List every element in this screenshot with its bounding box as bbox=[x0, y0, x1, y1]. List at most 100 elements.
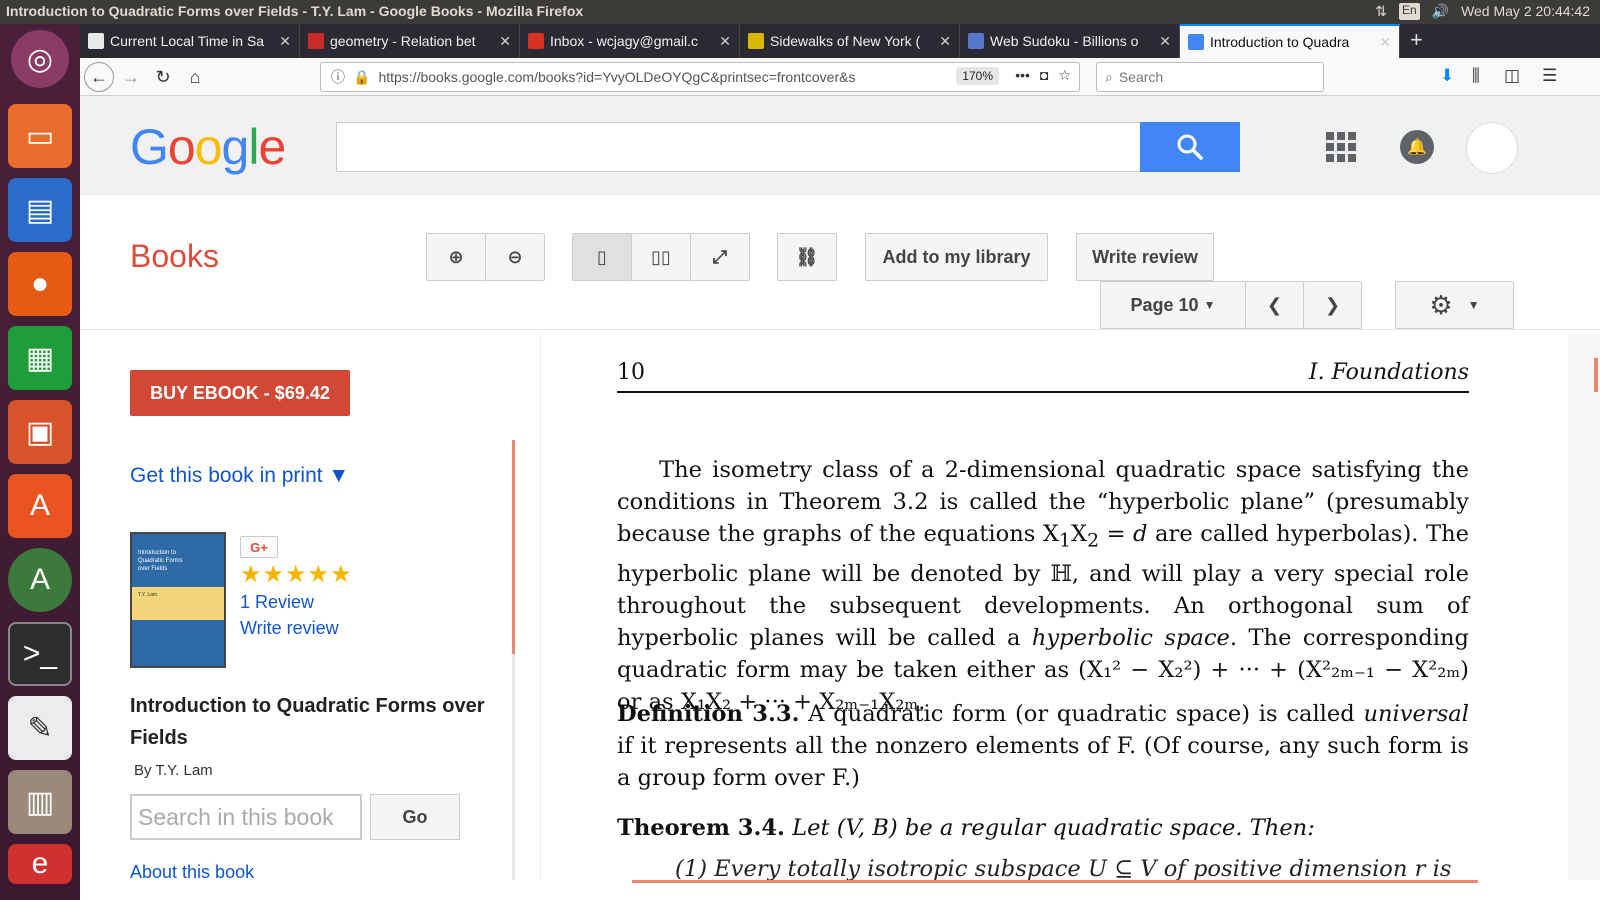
fullscreen-icon: ⤢ bbox=[712, 246, 728, 267]
link-button[interactable]: ⛓ bbox=[777, 233, 837, 281]
firefox-icon[interactable]: ● bbox=[8, 252, 72, 316]
two-page-view-button[interactable]: ▯▯ bbox=[631, 233, 691, 281]
chevron-down-icon: ▼ bbox=[1467, 298, 1480, 312]
single-page-icon: ▯ bbox=[597, 246, 607, 267]
system-tray: ⇅ En 🔊 Wed May 2 20:44:42 bbox=[1375, 3, 1590, 20]
url-bar[interactable]: ⓘ 🔒 https://books.google.com/books?id=Yv… bbox=[320, 62, 1080, 92]
file-manager-icon[interactable]: ▥ bbox=[8, 770, 72, 834]
close-tab-icon[interactable]: ✕ bbox=[1379, 34, 1391, 51]
close-tab-icon[interactable]: ✕ bbox=[939, 33, 951, 50]
files-icon[interactable]: ▭ bbox=[8, 104, 72, 168]
single-page-view-button[interactable]: ▯ bbox=[572, 233, 632, 281]
window-title: Introduction to Quadratic Forms over Fie… bbox=[6, 3, 584, 19]
back-icon[interactable]: ← bbox=[84, 62, 114, 92]
about-book-link[interactable]: About this book bbox=[130, 862, 254, 883]
buy-ebook-button[interactable]: BUY EBOOK - $69.42 bbox=[130, 370, 350, 416]
network-icon[interactable]: ⇅ bbox=[1375, 3, 1387, 20]
impress-icon[interactable]: ▣ bbox=[8, 400, 72, 464]
reviews-link[interactable]: 1 Review bbox=[240, 592, 314, 613]
previous-page-button[interactable]: ❮ bbox=[1245, 281, 1304, 329]
library-icon[interactable]: ⫼ bbox=[1472, 66, 1480, 86]
tab-0[interactable]: Current Local Time in Sa ✕ bbox=[80, 24, 300, 58]
zoom-level[interactable]: 170% bbox=[956, 67, 999, 85]
volume-icon[interactable]: 🔊 bbox=[1432, 3, 1449, 20]
reload-icon[interactable]: ↻ bbox=[148, 62, 178, 92]
software-center-icon[interactable]: A bbox=[8, 474, 72, 538]
bottom-bar bbox=[540, 880, 1600, 900]
tab-2[interactable]: Inbox - wcjagy@gmail.c ✕ bbox=[520, 24, 740, 58]
lock-icon: 🔒 bbox=[353, 68, 371, 85]
menu-icon[interactable]: ☰ bbox=[1542, 66, 1557, 86]
page-select-dropdown[interactable]: Page 10 ▼ bbox=[1100, 281, 1246, 329]
books-label[interactable]: Books bbox=[130, 238, 219, 275]
fullscreen-button[interactable]: ⤢ bbox=[690, 233, 750, 281]
avatar[interactable] bbox=[1466, 122, 1518, 174]
clock[interactable]: Wed May 2 20:44:42 bbox=[1461, 3, 1590, 20]
close-tab-icon[interactable]: ✕ bbox=[279, 33, 291, 50]
bookmark-star-icon[interactable]: ☆ bbox=[1058, 67, 1071, 84]
book-cover[interactable]: Introduction to Quadratic Forms over Field… bbox=[130, 532, 226, 668]
tab-4[interactable]: Web Sudoku - Billions o ✕ bbox=[960, 24, 1180, 58]
ubuntu-logo-icon[interactable]: ◎ bbox=[11, 30, 69, 88]
keyboard-language[interactable]: En bbox=[1398, 3, 1420, 20]
header-rule bbox=[617, 391, 1469, 393]
software-updater-icon[interactable]: A bbox=[8, 548, 72, 612]
book-page-viewer[interactable]: 10 I. Foundations The isometry class of … bbox=[540, 334, 1568, 880]
google-logo[interactable]: Google bbox=[130, 118, 286, 176]
google-search-button[interactable] bbox=[1140, 122, 1240, 172]
write-review-button[interactable]: Write review bbox=[1076, 233, 1214, 281]
zoom-in-button[interactable]: ⊕ bbox=[426, 233, 486, 281]
go-button[interactable]: Go bbox=[370, 794, 460, 840]
definition-3-3: Definition 3.3. A quadratic form (or qua… bbox=[617, 701, 1469, 791]
tab-bar: Current Local Time in Sa ✕ geometry - Rel… bbox=[80, 24, 1600, 58]
sidebar-scrollbar[interactable] bbox=[512, 440, 515, 880]
page-scrollbar[interactable] bbox=[1568, 334, 1600, 880]
new-tab-icon[interactable]: + bbox=[1400, 24, 1433, 58]
page-scroll-thumb[interactable] bbox=[1594, 358, 1598, 392]
chevron-right-icon: ❯ bbox=[1324, 294, 1341, 315]
terminal-icon[interactable]: >_ bbox=[8, 622, 72, 686]
home-icon[interactable]: ⌂ bbox=[180, 62, 210, 92]
add-to-library-button[interactable]: Add to my library bbox=[865, 233, 1048, 281]
theorem-3-4: Theorem 3.4. Let (V, B) be a regular qua… bbox=[617, 815, 1315, 841]
writer-icon[interactable]: ▤ bbox=[8, 178, 72, 242]
tab-3[interactable]: Sidewalks of New York (✕ bbox=[740, 24, 960, 58]
text-editor-icon[interactable]: ✎ bbox=[8, 696, 72, 760]
sidebar-scroll-thumb[interactable] bbox=[512, 440, 515, 654]
settings-dropdown[interactable]: ⚙ ▼ bbox=[1395, 281, 1514, 329]
running-header: I. Foundations bbox=[1308, 360, 1469, 385]
calc-icon[interactable]: ▦ bbox=[8, 326, 72, 390]
zoom-out-button[interactable]: ⊖ bbox=[485, 233, 545, 281]
apps-grid-icon[interactable] bbox=[1326, 132, 1356, 162]
next-page-button[interactable]: ❯ bbox=[1303, 281, 1362, 329]
book-title: Introduction to Quadratic Forms over Fie… bbox=[130, 695, 485, 749]
paragraph-hyperbolic-plane: The isometry class of a 2-dimensional qu… bbox=[617, 457, 1469, 715]
extra-app-icon[interactable]: e bbox=[8, 844, 72, 884]
tab-1[interactable]: geometry - Relation bet ✕ bbox=[300, 24, 520, 58]
cover-bottom-band bbox=[132, 619, 224, 666]
page-actions-icon[interactable]: ••• bbox=[1015, 67, 1030, 84]
browser-search-input[interactable]: ⌕ Search bbox=[1096, 62, 1324, 92]
bottom-scroll-indicator bbox=[632, 880, 1478, 883]
google-header: Google 🔔 bbox=[80, 96, 1600, 196]
google-search-input[interactable] bbox=[336, 122, 1142, 172]
search-in-book-input[interactable]: Search in this book bbox=[130, 794, 362, 840]
close-tab-icon[interactable]: ✕ bbox=[719, 33, 731, 50]
get-in-print-link[interactable]: Get this book in print ▼ bbox=[130, 464, 349, 488]
book-author: By T.Y. Lam bbox=[134, 762, 213, 779]
forward-icon[interactable]: → bbox=[116, 62, 146, 92]
notifications-bell-icon[interactable]: 🔔 bbox=[1400, 130, 1434, 164]
sidebar-icon[interactable]: ◫ bbox=[1504, 66, 1520, 86]
zoom-in-icon: ⊕ bbox=[448, 246, 464, 267]
close-tab-icon[interactable]: ✕ bbox=[1159, 33, 1171, 50]
zoom-out-icon: ⊖ bbox=[507, 246, 523, 267]
url-text: https://books.google.com/books?id=YvyOLD… bbox=[378, 69, 856, 85]
download-icon[interactable]: ⬇ bbox=[1440, 66, 1454, 86]
google-plus-button[interactable]: G+ bbox=[240, 536, 278, 558]
tab-favicon-icon bbox=[748, 33, 764, 49]
pocket-icon[interactable]: ◘ bbox=[1040, 67, 1048, 84]
info-icon[interactable]: ⓘ bbox=[331, 67, 345, 87]
tab-active[interactable]: Introduction to Quadra ✕ bbox=[1180, 24, 1400, 58]
write-review-link[interactable]: Write review bbox=[240, 618, 339, 639]
close-tab-icon[interactable]: ✕ bbox=[499, 33, 511, 50]
